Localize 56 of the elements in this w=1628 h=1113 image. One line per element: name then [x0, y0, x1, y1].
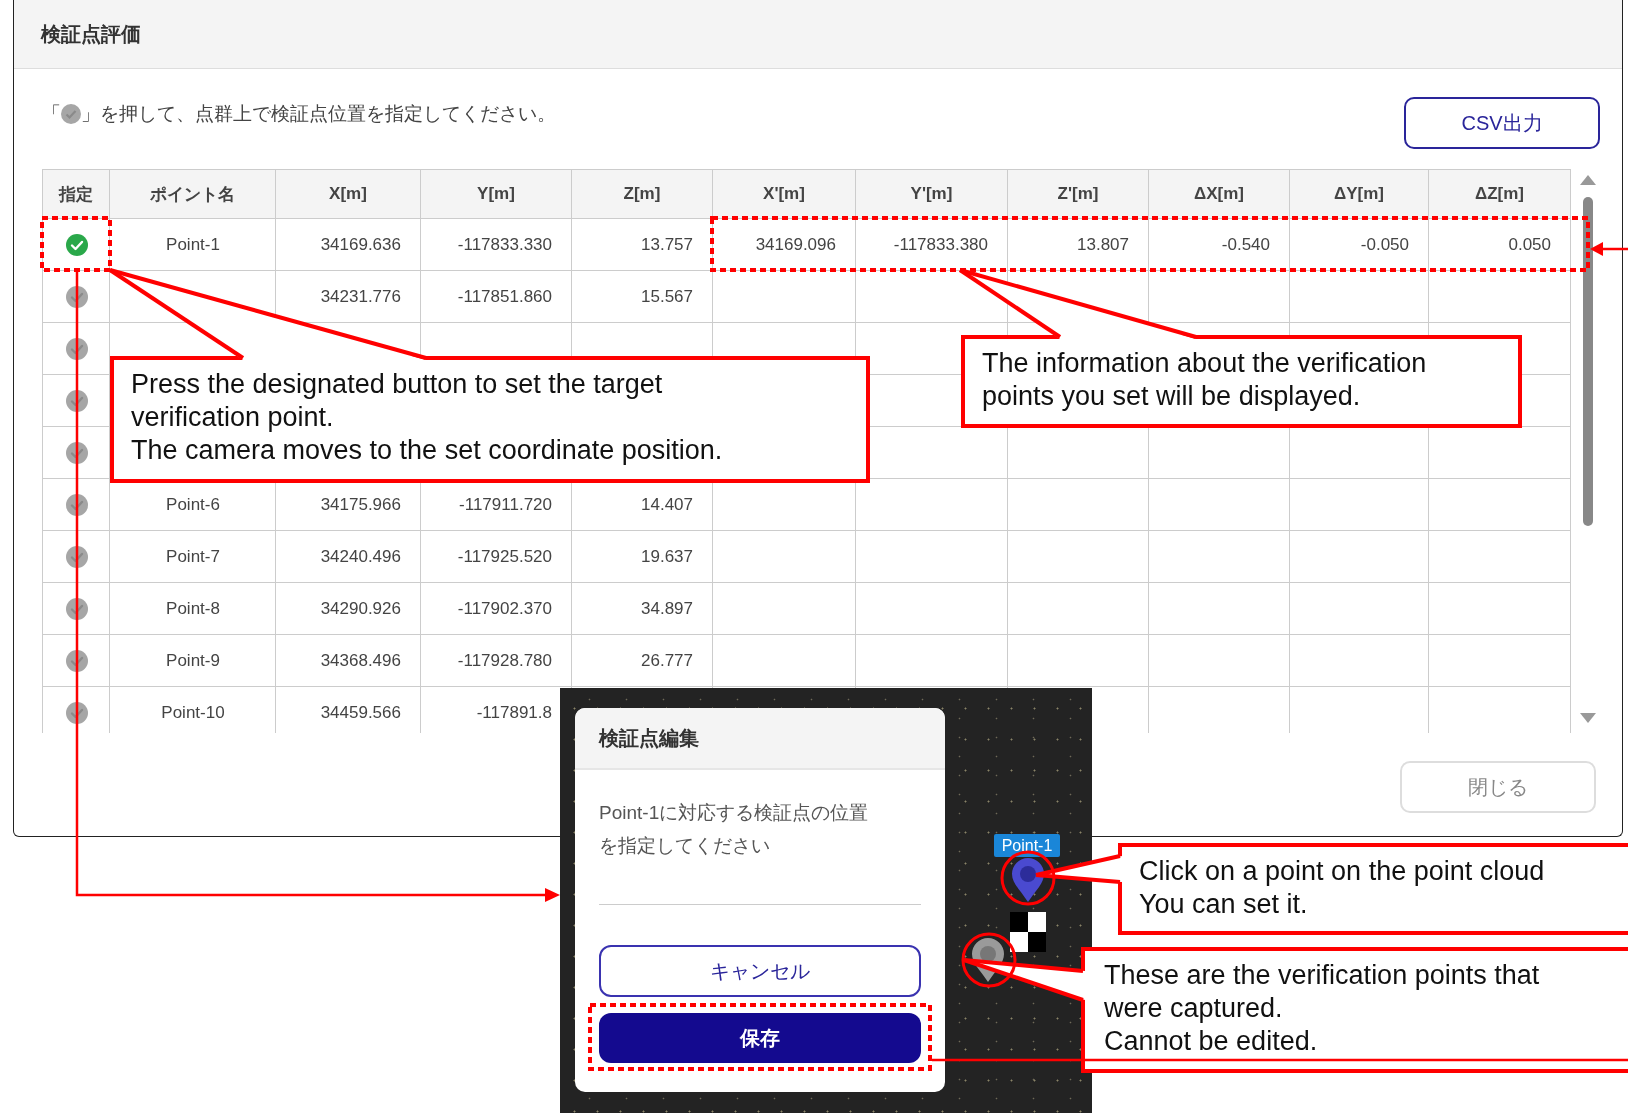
- table-cell-text: Point-10: [160, 702, 226, 724]
- table-cell-text: -117925.520: [456, 546, 553, 568]
- instruction-text: 」を押して、点群上で検証点位置を指定してください。: [81, 102, 556, 126]
- close-button[interactable]: 閉じる: [1400, 761, 1596, 813]
- column-header: X'[m]: [713, 170, 856, 219]
- callout-text: Click on a point on the point cloud You can set it.: [1118, 843, 1628, 935]
- table-cell-text: 34169.636: [319, 234, 402, 256]
- table-cell-text: 14.407: [640, 494, 694, 516]
- column-header: Z'[m]: [1008, 170, 1149, 219]
- column-header: X[m]: [276, 170, 421, 219]
- table-cell-text: 0.050: [1507, 234, 1552, 256]
- point-cloud-view[interactable]: 検証点編集 Point-1に対応する検証点の位置を指定してください キャンセル 保存 Point-1: [560, 688, 1092, 1113]
- table-cell-text: 34368.496: [319, 650, 402, 672]
- table-cell-text: -117911.720: [458, 494, 553, 516]
- table-cell-text: -0.540: [1220, 234, 1271, 256]
- table-cell-text: 26.777: [640, 650, 694, 672]
- column-header: ΔZ[m]: [1429, 170, 1571, 219]
- column-header: ΔX[m]: [1149, 170, 1290, 219]
- column-header: ΔY[m]: [1290, 170, 1429, 219]
- dialog-message: Point-1に対応する検証点の位置を指定してください: [599, 801, 870, 858]
- callout-text: These are the verification points that were captured. Cannot be edited.: [1081, 947, 1628, 1073]
- table-cell-text: -117833.380: [892, 234, 989, 256]
- table-cell-text: 34231.776: [319, 286, 402, 308]
- table-cell-text: Point-1: [165, 234, 221, 256]
- table-cell-text: 15.567: [640, 286, 694, 308]
- column-header: Y[m]: [421, 170, 572, 219]
- table-cell-text: Point-8: [165, 598, 221, 620]
- table-cell-text: -117851.860: [456, 286, 553, 308]
- table-cell-text: -117928.780: [456, 650, 553, 672]
- table-cell-text: 34290.926: [319, 598, 402, 620]
- table-cell-text: Point-9: [165, 650, 221, 672]
- table-cell-text: -117902.370: [456, 598, 553, 620]
- table-cell-text: 13.757: [640, 234, 694, 256]
- instruction-text: 「: [42, 102, 61, 126]
- column-header: Z[m]: [572, 170, 713, 219]
- table-cell-text: 13.807: [1076, 234, 1130, 256]
- csv-export-button[interactable]: CSV出力: [1404, 97, 1600, 149]
- cancel-button[interactable]: キャンセル: [599, 945, 921, 997]
- column-header: ポイント名: [110, 170, 276, 219]
- window-title: 検証点評価: [41, 21, 141, 47]
- table-cell-text: 34459.566: [319, 702, 402, 724]
- table-cell-text: Point-7: [165, 546, 221, 568]
- table-cell-text: -117833.330: [456, 234, 553, 256]
- column-header: 指定: [43, 170, 110, 219]
- table-cell-text: 34175.966: [319, 494, 402, 516]
- dialog-title: 検証点編集: [575, 708, 945, 770]
- table-cell-text: 34.897: [640, 598, 694, 620]
- table-cell-text: -117891.8: [475, 702, 553, 724]
- point-label: Point-1: [994, 834, 1060, 857]
- table-cell-text: 34240.496: [319, 546, 402, 568]
- table-cell-text: Point-6: [165, 494, 221, 516]
- save-button[interactable]: 保存: [599, 1013, 921, 1063]
- column-header: Y'[m]: [856, 170, 1008, 219]
- table-cell-text: 19.637: [640, 546, 694, 568]
- table-cell-text: 34169.096: [754, 234, 837, 256]
- table-cell-text: -0.050: [1359, 234, 1410, 256]
